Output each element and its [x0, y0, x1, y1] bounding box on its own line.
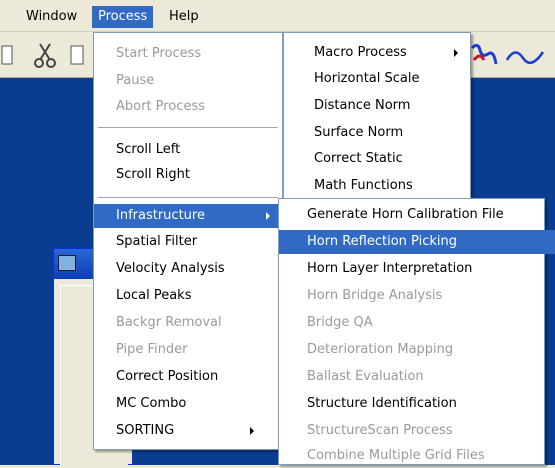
menu-item-scroll-left[interactable]: Scroll Left [94, 138, 304, 162]
menu-item-deterioration-mapping[interactable]: Deterioration Mapping [279, 338, 555, 362]
menu-item-horn-bridge-analysis[interactable]: Horn Bridge Analysis [279, 284, 555, 308]
menu-item-spatial-filter[interactable]: Spatial Filter [94, 230, 304, 254]
menu-item-correct-position[interactable]: Correct Position [94, 365, 304, 389]
menu-separator [98, 127, 278, 128]
menu-item-abort-process[interactable]: Abort Process [94, 95, 304, 119]
menu-item-scroll-right[interactable]: Scroll Right [94, 163, 304, 187]
menu-item-generate-horn-calibration-file[interactable]: Generate Horn Calibration File [279, 203, 555, 227]
menu-item-macro-process-label: Macro Process [314, 45, 407, 60]
process-menu-column-2: Macro Process Horizontal Scale Distance … [283, 32, 471, 200]
document-icon[interactable] [0, 40, 18, 70]
submenu-arrow-icon [454, 49, 458, 57]
signal-wave-icon[interactable] [505, 40, 545, 70]
menu-item-distance-norm[interactable]: Distance Norm [284, 94, 500, 118]
menu-process[interactable]: Process [92, 6, 154, 28]
menu-item-backgr-removal[interactable]: Backgr Removal [94, 311, 304, 335]
menu-item-infrastructure[interactable]: Infrastructure [94, 204, 304, 228]
menu-item-infrastructure-label: Infrastructure [116, 208, 205, 223]
menu-item-surface-norm[interactable]: Surface Norm [284, 121, 500, 145]
menu-item-velocity-analysis[interactable]: Velocity Analysis [94, 257, 304, 281]
menu-help[interactable]: Help [163, 6, 205, 28]
cut-icon[interactable] [30, 40, 60, 70]
menu-item-sorting-label: SORTING [116, 423, 175, 438]
submenu-arrow-icon [266, 212, 270, 220]
menu-item-start-process[interactable]: Start Process [94, 42, 304, 66]
menu-item-combine-multiple-grid-files[interactable]: Combine Multiple Grid Files [279, 444, 555, 468]
menu-item-structurescan-process[interactable]: StructureScan Process [279, 419, 555, 443]
menu-item-math-functions[interactable]: Math Functions [284, 174, 500, 198]
menu-item-macro-process[interactable]: Macro Process [284, 41, 500, 65]
menu-window[interactable]: Window [20, 6, 83, 28]
infrastructure-submenu: Generate Horn Calibration File Horn Refl… [278, 198, 555, 465]
submenu-arrow-icon [250, 427, 254, 435]
menu-item-local-peaks[interactable]: Local Peaks [94, 284, 304, 308]
menu-item-horizontal-scale[interactable]: Horizontal Scale [284, 67, 500, 91]
menu-item-horn-layer-interpretation[interactable]: Horn Layer Interpretation [279, 257, 555, 281]
menu-item-mc-combo[interactable]: MC Combo [94, 392, 304, 416]
window-app-icon [58, 255, 76, 271]
process-menu: Start Process Pause Abort Process Scroll… [93, 32, 304, 450]
menu-item-ballast-evaluation[interactable]: Ballast Evaluation [279, 365, 555, 389]
menu-item-structure-identification[interactable]: Structure Identification [279, 392, 555, 416]
menu-item-horn-reflection-picking[interactable]: Horn Reflection Picking [279, 230, 555, 254]
copy-icon[interactable] [68, 40, 88, 70]
menu-item-pipe-finder[interactable]: Pipe Finder [94, 338, 304, 362]
menu-item-sorting[interactable]: SORTING [94, 419, 304, 443]
menu-separator [98, 197, 278, 198]
menu-item-bridge-qa[interactable]: Bridge QA [279, 311, 555, 335]
menu-bar: Window Process Help [0, 0, 555, 32]
menu-item-pause[interactable]: Pause [94, 69, 304, 93]
menu-item-correct-static[interactable]: Correct Static [284, 147, 500, 171]
